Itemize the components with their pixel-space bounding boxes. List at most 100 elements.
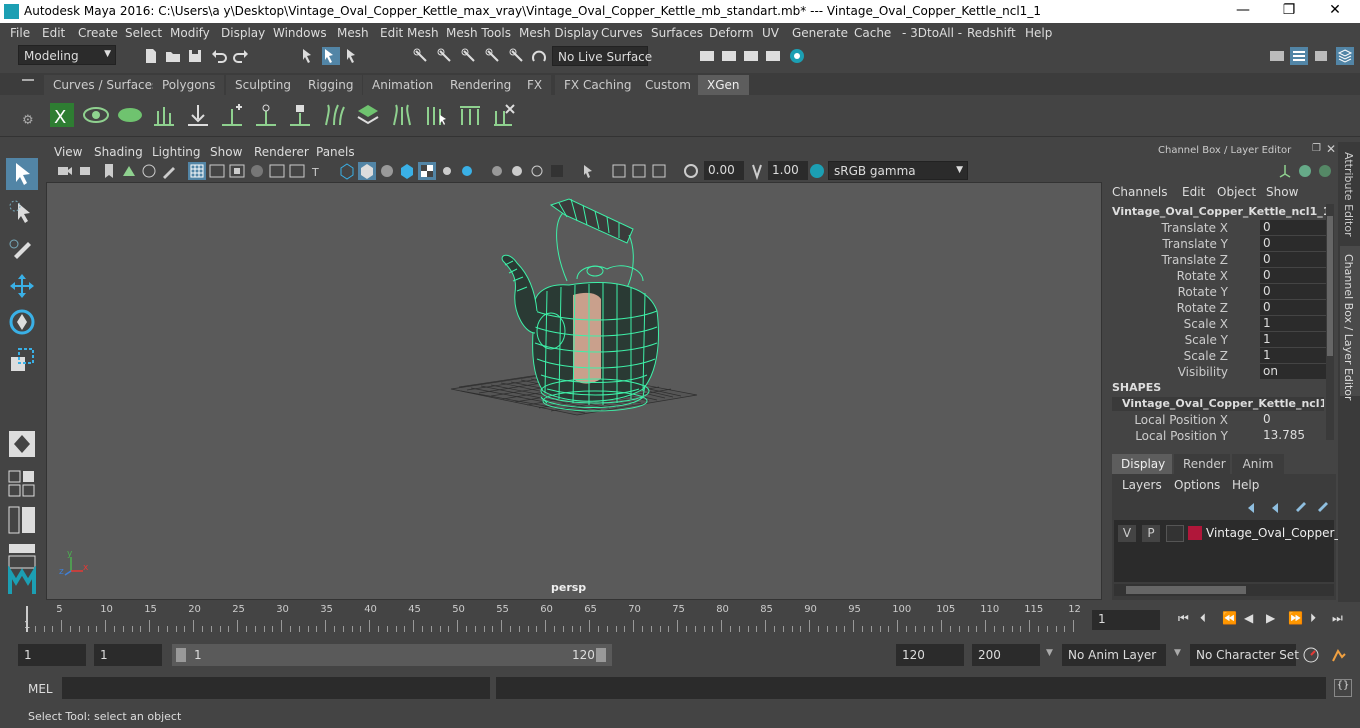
layer-horizontal-scrollbar[interactable] bbox=[1114, 584, 1334, 596]
character-set-selector[interactable]: No Character Set bbox=[1190, 644, 1299, 666]
layer-menu-help[interactable]: Help bbox=[1232, 478, 1259, 492]
show-attribute-editor-icon[interactable] bbox=[1290, 47, 1308, 65]
snap-to-curve-icon[interactable] bbox=[436, 47, 454, 65]
shelf-menu-icon[interactable] bbox=[22, 79, 34, 81]
channel-value[interactable]: 0 bbox=[1260, 300, 1326, 315]
shelf-gear-icon[interactable]: ⚙ bbox=[22, 113, 34, 128]
channel-value[interactable]: 0 bbox=[1260, 284, 1326, 299]
tab-sculpting[interactable]: Sculpting bbox=[226, 75, 301, 95]
channel-lock-icon[interactable] bbox=[1316, 162, 1334, 180]
use-all-lights-icon[interactable] bbox=[438, 162, 456, 180]
menu-surfaces[interactable]: Surfaces bbox=[651, 26, 703, 40]
tab-xgen[interactable]: XGen bbox=[698, 75, 749, 95]
menu-redshift[interactable]: Redshift bbox=[967, 26, 1016, 40]
frame-all-icon[interactable] bbox=[610, 162, 628, 180]
xray-joints-icon[interactable] bbox=[650, 162, 668, 180]
go-to-start-icon[interactable]: ⏮ bbox=[1178, 611, 1189, 626]
outliner-layout-icon[interactable] bbox=[6, 504, 38, 536]
menu-3dtoall[interactable]: - 3DtoAll - bbox=[902, 26, 962, 40]
menu-generate[interactable]: Generate bbox=[792, 26, 848, 40]
channel-row[interactable]: Scale Z 1 bbox=[1106, 348, 1326, 364]
new-layer-icon[interactable] bbox=[1292, 498, 1310, 516]
exposure-icon[interactable] bbox=[682, 162, 700, 180]
exposure-field[interactable]: 0.00 bbox=[704, 161, 744, 180]
layer-row[interactable]: V P Vintage_Oval_Copper_Ke bbox=[1116, 524, 1355, 544]
move-layer-up-icon[interactable] bbox=[1244, 498, 1262, 516]
step-forward-frame-icon[interactable]: ⏵ bbox=[1310, 611, 1316, 626]
snap-to-surface-icon[interactable] bbox=[508, 47, 526, 65]
viewport-menu-show[interactable]: Show bbox=[210, 145, 242, 159]
select-by-hierarchy-icon[interactable] bbox=[300, 47, 318, 65]
save-scene-icon[interactable] bbox=[186, 47, 204, 65]
animation-end-field[interactable]: 200 bbox=[972, 644, 1040, 666]
wireframe-icon[interactable] bbox=[338, 162, 356, 180]
object-name[interactable]: Vintage_Oval_Copper_Kettle_ncl1_1 bbox=[1112, 205, 1330, 218]
channel-row[interactable]: Scale X 1 bbox=[1106, 316, 1326, 332]
xgen-guide-add-icon[interactable] bbox=[218, 101, 246, 129]
single-perspective-layout-icon[interactable] bbox=[6, 428, 38, 460]
channel-value[interactable]: 1 bbox=[1260, 348, 1326, 363]
mode-selector[interactable]: Modeling ▼ bbox=[18, 45, 116, 65]
step-back-key-icon[interactable]: ⏪ bbox=[1222, 611, 1237, 625]
viewport-menu-view[interactable]: View bbox=[54, 145, 82, 159]
channel-value[interactable]: 13.785 bbox=[1260, 428, 1326, 443]
open-scene-icon[interactable] bbox=[164, 47, 182, 65]
wireframe-on-shaded-icon[interactable] bbox=[378, 162, 396, 180]
menu-mesh[interactable]: Mesh bbox=[337, 26, 369, 40]
camera-attributes-icon[interactable] bbox=[78, 162, 96, 180]
textured-icon[interactable] bbox=[398, 162, 416, 180]
render-frame-icon[interactable] bbox=[720, 47, 738, 65]
image-plane-icon[interactable] bbox=[120, 162, 138, 180]
auto-key-icon[interactable] bbox=[1302, 646, 1320, 664]
channel-value[interactable]: on bbox=[1260, 364, 1326, 379]
anti-aliasing-icon[interactable] bbox=[528, 162, 546, 180]
xgen-guide-lock-icon[interactable] bbox=[286, 101, 314, 129]
isolate-select-icon[interactable] bbox=[580, 162, 598, 180]
motion-blur-icon[interactable] bbox=[508, 162, 526, 180]
range-end-handle[interactable] bbox=[596, 648, 606, 662]
channel-row[interactable]: Local Position Y 13.785 bbox=[1106, 428, 1326, 444]
color-space-selector[interactable]: sRGB gamma ▼ bbox=[828, 161, 968, 180]
channel-value[interactable]: 0 bbox=[1260, 252, 1326, 267]
channel-scrollbar[interactable] bbox=[1326, 204, 1334, 440]
menu-help[interactable]: Help bbox=[1025, 26, 1052, 40]
gate-mask-icon[interactable] bbox=[248, 162, 266, 180]
shape-name[interactable]: Vintage_Oval_Copper_Kettle_ncl1_1S... bbox=[1112, 397, 1324, 411]
menu-curves[interactable]: Curves bbox=[601, 26, 643, 40]
channel-box-tab[interactable]: Channel Box / Layer Editor bbox=[1342, 254, 1355, 401]
xgen-eye-icon[interactable] bbox=[82, 101, 110, 129]
close-panel-icon[interactable]: ✕ bbox=[1326, 142, 1336, 156]
channel-row[interactable]: Translate X 0 bbox=[1106, 220, 1326, 236]
gamma-field[interactable]: 1.00 bbox=[768, 161, 808, 180]
channel-menu-object[interactable]: Object bbox=[1217, 185, 1256, 199]
tab-polygons[interactable]: Polygons bbox=[153, 75, 225, 95]
menu-windows[interactable]: Windows bbox=[273, 26, 327, 40]
viewport-menu-renderer[interactable]: Renderer bbox=[254, 145, 309, 159]
animation-preferences-icon[interactable] bbox=[1330, 646, 1348, 664]
play-backwards-icon[interactable]: ◀ bbox=[1244, 611, 1253, 625]
workspace-icon[interactable] bbox=[1268, 47, 1286, 65]
channel-row[interactable]: Scale Y 1 bbox=[1106, 332, 1326, 348]
select-by-component-icon[interactable] bbox=[344, 47, 362, 65]
bookmark-icon[interactable] bbox=[100, 162, 118, 180]
current-frame-field[interactable]: 1 bbox=[1092, 610, 1160, 630]
snap-to-grid-icon[interactable] bbox=[412, 47, 430, 65]
channel-value[interactable]: 1 bbox=[1260, 316, 1326, 331]
menu-edit[interactable]: Edit bbox=[42, 26, 65, 40]
new-scene-icon[interactable] bbox=[142, 47, 160, 65]
menu-cache[interactable]: Cache bbox=[854, 26, 891, 40]
tab-rigging[interactable]: Rigging bbox=[299, 75, 363, 95]
time-slider[interactable]: 5 10 15 20 25 30 35 40 45 50 55 60 65 70 75 80 85 90 95 100… bbox=[16, 604, 1084, 634]
scale-tool-icon[interactable] bbox=[6, 344, 38, 376]
layer-menu-options[interactable]: Options bbox=[1174, 478, 1220, 492]
layer-color-swatch[interactable] bbox=[1188, 526, 1202, 540]
current-frame-marker[interactable] bbox=[26, 606, 28, 632]
channel-row[interactable]: Translate Z 0 bbox=[1106, 252, 1326, 268]
xgen-layers-icon[interactable] bbox=[354, 101, 382, 129]
layer-menu-layers[interactable]: Layers bbox=[1122, 478, 1162, 492]
tab-fx[interactable]: FX bbox=[518, 75, 552, 95]
menu-mesh-tools[interactable]: Mesh Tools bbox=[446, 26, 511, 40]
channel-row[interactable]: Local Position X 0 bbox=[1106, 412, 1326, 428]
animation-start-field[interactable]: 1 bbox=[18, 644, 86, 666]
menu-deform[interactable]: Deform bbox=[709, 26, 754, 40]
